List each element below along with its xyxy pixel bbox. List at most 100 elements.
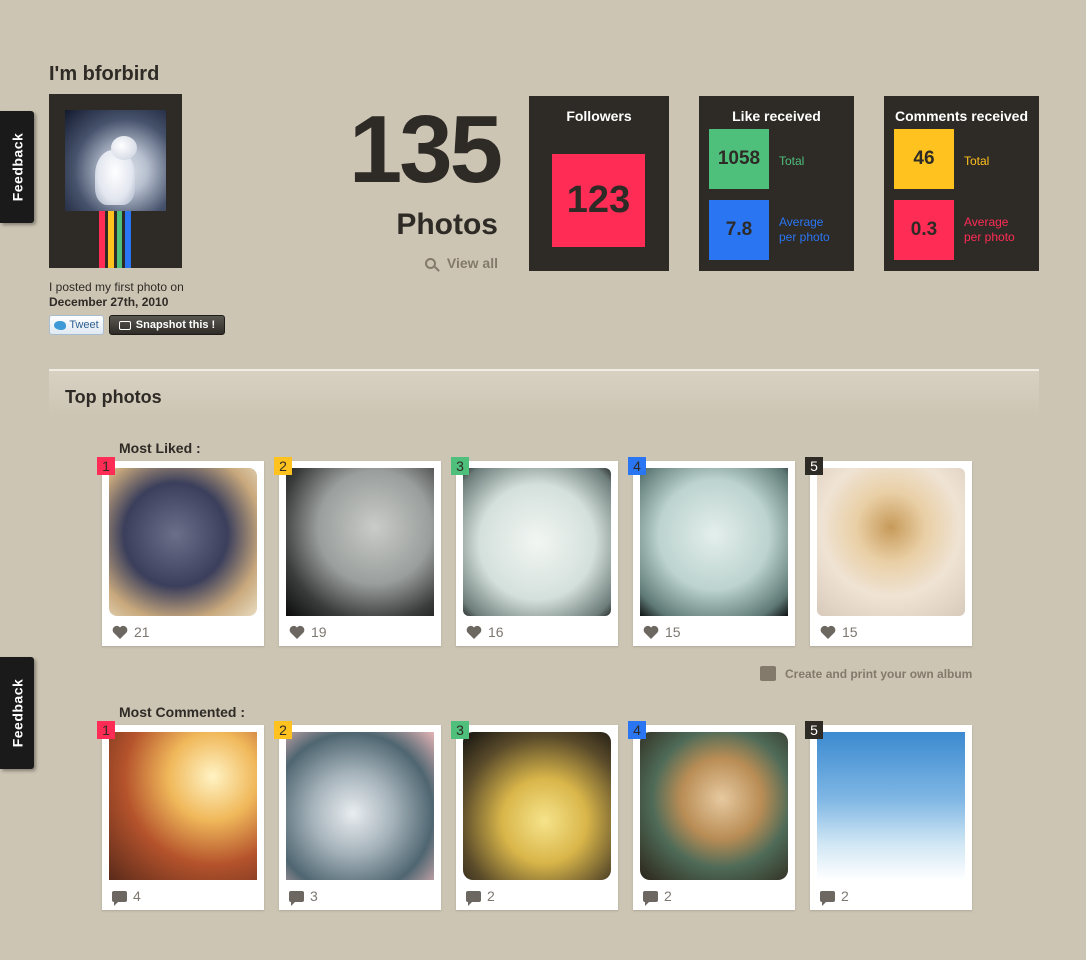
commented-photo-card[interactable]: 4 [102,725,264,910]
like-count-row: 15 [643,624,681,640]
rank-badge: 4 [628,457,646,475]
camera-icon [118,320,131,330]
comment-count: 4 [133,888,141,904]
rank-badge: 2 [274,457,292,475]
profile-title: I'm bforbird [49,63,160,85]
comment-icon [643,890,658,906]
feedback-label: Feedback [9,132,25,202]
view-all-link[interactable]: View all [420,255,498,271]
like-count: 16 [488,624,504,640]
comment-count-row: 3 [289,888,318,906]
likes-panel: Like received 1058 Total 7.8 Average per… [699,96,854,271]
first-photo-text: I posted my first photo on [49,280,184,294]
twitter-bird-icon [54,320,67,330]
top-photos-title: Top photos [65,387,162,407]
photo-thumbnail[interactable] [286,468,434,616]
photo-thumbnail[interactable] [640,468,788,616]
comments-title: Comments received [894,108,1029,124]
likes-avg-label-line2: per photo [779,230,830,244]
rank-badge: 1 [97,457,115,475]
likes-avg-label-line1: Average [779,215,824,229]
top-photos-header [49,371,1039,417]
album-icon [760,666,776,681]
snapshot-label: Snapshot this ! [135,319,216,331]
followers-title: Followers [566,108,632,124]
heart-icon [643,625,659,639]
heart-icon [466,625,482,639]
comments-avg-value: 0.3 [894,200,954,260]
likes-title: Like received [732,108,821,124]
photo-thumbnail[interactable] [817,468,965,616]
liked-photo-card[interactable]: 19 [279,461,441,646]
rank-badge: 3 [451,721,469,739]
comments-avg-label-line2: per photo [964,230,1015,244]
first-photo-date: December 27th, 2010 [49,295,169,309]
photo-thumbnail[interactable] [817,732,965,880]
photo-thumbnail[interactable] [286,732,434,880]
like-count-row: 21 [112,624,150,640]
like-count-row: 19 [289,624,327,640]
create-album-link[interactable]: Create and print your own album [760,666,972,681]
commented-photo-card[interactable]: 2 [456,725,618,910]
feedback-tab-bottom[interactable]: Feedback [0,657,34,769]
tweet-button[interactable]: Tweet [49,315,104,335]
photo-thumbnail[interactable] [463,468,611,616]
likes-avg-value: 7.8 [709,200,769,260]
heart-icon [289,625,305,639]
like-count-row: 16 [466,624,504,640]
most-liked-label: Most Liked : [119,440,201,456]
comment-icon [466,890,481,906]
likes-avg-label: Average per photo [779,215,830,245]
most-commented-label: Most Commented : [119,704,245,720]
rank-badge: 5 [805,721,823,739]
rank-badge: 2 [274,721,292,739]
comments-total-label: Total [964,154,990,168]
view-all-label: View all [446,255,498,271]
snapshot-button[interactable]: Snapshot this ! [109,315,225,335]
photo-thumbnail[interactable] [640,732,788,880]
likes-total-label: Total [779,154,805,168]
comment-count: 2 [664,888,672,904]
comments-avg-label-line1: Average [964,215,1009,229]
create-album-label: Create and print your own album [785,666,973,681]
commented-photo-card[interactable]: 2 [633,725,795,910]
rank-badge: 5 [805,457,823,475]
feedback-tab-top[interactable]: Feedback [0,111,34,223]
rank-badge: 4 [628,721,646,739]
comment-count-row: 2 [643,888,672,906]
comment-count-row: 2 [466,888,495,906]
liked-photo-card[interactable]: 15 [810,461,972,646]
liked-photo-card[interactable]: 15 [633,461,795,646]
comment-count: 3 [310,888,318,904]
comment-icon [820,890,835,906]
like-count: 19 [311,624,327,640]
comments-panel: Comments received 46 Total 0.3 Average p… [884,96,1039,271]
commented-photo-card[interactable]: 3 [279,725,441,910]
like-count: 15 [842,624,858,640]
first-photo-info: I posted my first photo on December 27th… [49,280,184,310]
comment-icon [289,890,304,906]
avatar[interactable] [49,94,182,268]
feedback-label: Feedback [9,678,25,748]
rainbow-stripes [99,211,131,268]
liked-photo-card[interactable]: 16 [456,461,618,646]
comments-total-value: 46 [894,129,954,189]
tweet-label: Tweet [69,319,99,331]
comment-count: 2 [841,888,849,904]
photo-count: 135 [348,96,503,203]
commented-photo-card[interactable]: 2 [810,725,972,910]
photo-thumbnail[interactable] [463,732,611,880]
followers-panel: Followers 123 [529,96,669,271]
avatar-photo [65,110,166,211]
comment-count-row: 4 [112,888,141,906]
like-count-row: 15 [820,624,858,640]
comment-count: 2 [487,888,495,904]
photos-label: Photos [396,208,498,241]
liked-photo-card[interactable]: 21 [102,461,264,646]
likes-total-value: 1058 [709,129,769,189]
followers-count: 123 [552,154,645,247]
search-icon [424,257,436,269]
photo-thumbnail[interactable] [109,468,257,616]
comment-icon [112,890,127,906]
photo-thumbnail[interactable] [109,732,257,880]
